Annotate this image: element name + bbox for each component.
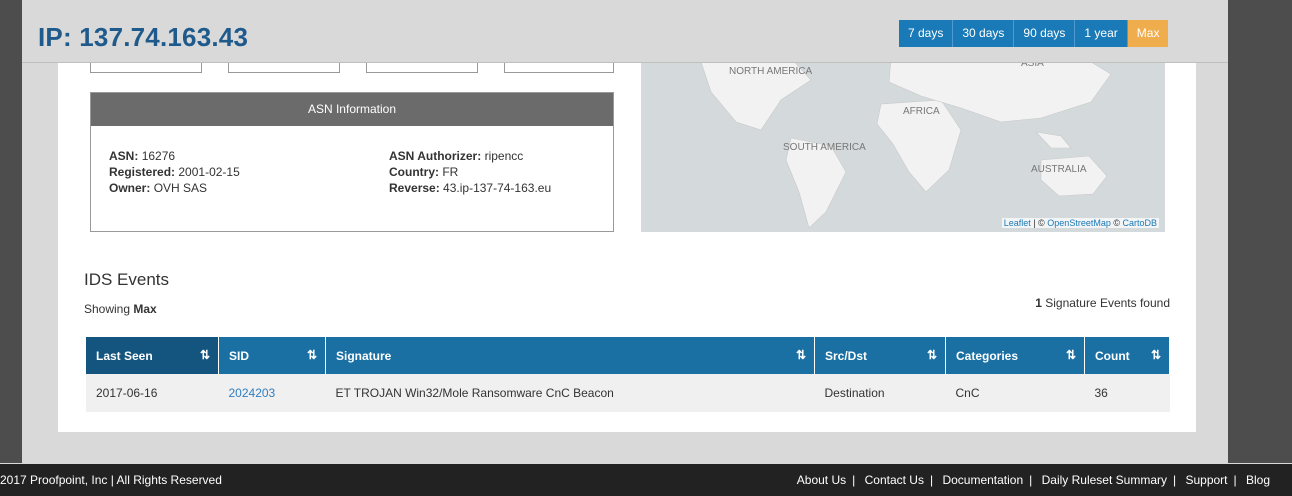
registered-label: Registered:: [109, 165, 176, 179]
range-30-days-button[interactable]: 30 days: [953, 20, 1015, 47]
showing-value: Max: [133, 302, 157, 316]
copyright-text: 2017 Proofpoint, Inc | All Rights Reserv…: [0, 473, 222, 487]
right-gutter: [1228, 0, 1292, 463]
attribution-separator: | ©: [1030, 218, 1048, 228]
events-found-count: 1 Signature Events found: [1035, 296, 1170, 310]
authorizer-label: ASN Authorizer:: [389, 149, 482, 163]
map-label-australia: AUSTRALIA: [1031, 164, 1087, 175]
separator: |: [1029, 473, 1033, 487]
col-last-seen[interactable]: Last Seen ⇅: [86, 337, 219, 374]
osm-link[interactable]: OpenStreetMap: [1047, 218, 1111, 228]
reverse-value: 43.ip-137-74-163.eu: [443, 181, 552, 195]
asn-left-column: ASN: 16276 Registered: 2001-02-15 Owner:…: [109, 148, 240, 196]
col-label: Src/Dst: [825, 348, 868, 363]
asn-right-column: ASN Authorizer: ripencc Country: FR Reve…: [389, 148, 551, 196]
sort-icon: ⇅: [795, 348, 806, 362]
col-label: SID: [229, 348, 250, 363]
footer-link-about[interactable]: About Us: [797, 473, 846, 487]
showing-prefix: Showing: [84, 302, 134, 316]
range-1-year-button[interactable]: 1 year: [1075, 20, 1128, 47]
page-header: IP: 137.74.163.43 7 days 30 days 90 days…: [22, 8, 1228, 63]
col-label: Categories: [956, 348, 1019, 363]
range-7-days-button[interactable]: 7 days: [899, 20, 954, 47]
footer-link-contact[interactable]: Contact Us: [865, 473, 924, 487]
found-suffix: Signature Events found: [1041, 296, 1170, 310]
map-label-south-america: SOUTH AMERICA: [783, 142, 866, 153]
sid-link[interactable]: 2024203: [229, 386, 276, 400]
cell-category: CnC: [945, 374, 1085, 412]
footer-link-daily-ruleset[interactable]: Daily Ruleset Summary: [1042, 473, 1167, 487]
range-90-days-button[interactable]: 90 days: [1014, 20, 1076, 47]
map-label-north-america: NORTH AMERICA: [729, 66, 813, 77]
cell-src-dst: Destination: [814, 374, 946, 412]
separator: |: [929, 473, 934, 487]
asn-panel: ASN Information ASN: 16276 Registered: 2…: [90, 92, 614, 232]
cell-signature: ET TROJAN Win32/Mole Ransomware CnC Beac…: [325, 374, 815, 412]
range-max-button[interactable]: Max: [1127, 20, 1169, 47]
found-count: 1: [1035, 296, 1042, 310]
footer-link-documentation[interactable]: Documentation: [942, 473, 1023, 487]
showing-label: Showing Max: [84, 302, 157, 316]
owner-value: OVH SAS: [153, 181, 208, 195]
map-land-shapes: [700, 55, 1112, 229]
separator: |: [1173, 473, 1177, 487]
col-src-dst[interactable]: Src/Dst ⇅: [814, 337, 946, 374]
table-row: 2017-06-16 2024203 ET TROJAN Win32/Mole …: [86, 374, 1170, 412]
col-count[interactable]: Count ⇅: [1084, 337, 1170, 374]
sort-desc-icon: ⇅: [199, 348, 210, 362]
leaflet-link[interactable]: Leaflet: [1004, 218, 1031, 228]
sort-icon: ⇅: [306, 348, 317, 362]
registered-value: 2001-02-15: [178, 165, 240, 179]
country-label: Country:: [389, 165, 439, 179]
col-categories[interactable]: Categories ⇅: [945, 337, 1085, 374]
footer-link-support[interactable]: Support: [1185, 473, 1227, 487]
asn-panel-heading: ASN Information: [91, 93, 613, 126]
page-footer: 2017 Proofpoint, Inc | All Rights Reserv…: [0, 464, 1292, 496]
country-value: FR: [442, 165, 459, 179]
left-gutter: [0, 0, 22, 463]
col-label: Count: [1095, 348, 1130, 363]
ids-events-heading: IDS Events: [84, 270, 170, 289]
time-range-selector: 7 days 30 days 90 days 1 year Max: [899, 20, 1169, 47]
col-label: Signature: [336, 348, 392, 363]
page-title: IP: 137.74.163.43: [38, 22, 249, 52]
asn-label: ASN:: [109, 149, 139, 163]
col-signature[interactable]: Signature ⇅: [325, 337, 815, 374]
sort-icon: ⇅: [1150, 348, 1161, 362]
reverse-label: Reverse:: [389, 181, 440, 195]
cell-count: 36: [1084, 374, 1170, 412]
col-label: Last Seen: [96, 348, 153, 363]
col-sid[interactable]: SID ⇅: [218, 337, 326, 374]
attribution-separator: ©: [1110, 218, 1123, 228]
ids-events-table: Last Seen ⇅ SID ⇅ Signature ⇅ Src/Dst ⇅ Cate…: [86, 337, 1170, 412]
asn-value: 16276: [141, 149, 176, 163]
cell-sid: 2024203: [218, 374, 326, 412]
authorizer-value: ripencc: [484, 149, 524, 163]
world-map[interactable]: NORTH AMERICA AFRICA SOUTH AMERICA AUSTR…: [641, 52, 1165, 232]
carto-link[interactable]: CartoDB: [1122, 218, 1157, 228]
map-label-africa: AFRICA: [903, 106, 940, 117]
cell-last-seen: 2017-06-16: [86, 374, 219, 412]
footer-links: About Us | Contact Us | Documentation | Dai…: [797, 464, 1270, 496]
separator: |: [1233, 473, 1237, 487]
sort-icon: ⇅: [1065, 348, 1076, 362]
sort-icon: ⇅: [926, 348, 937, 362]
map-attribution: Leaflet | © OpenStreetMap © CartoDB: [1001, 218, 1159, 228]
separator: |: [852, 473, 856, 487]
footer-link-blog[interactable]: Blog: [1246, 473, 1270, 487]
owner-label: Owner:: [109, 181, 151, 195]
